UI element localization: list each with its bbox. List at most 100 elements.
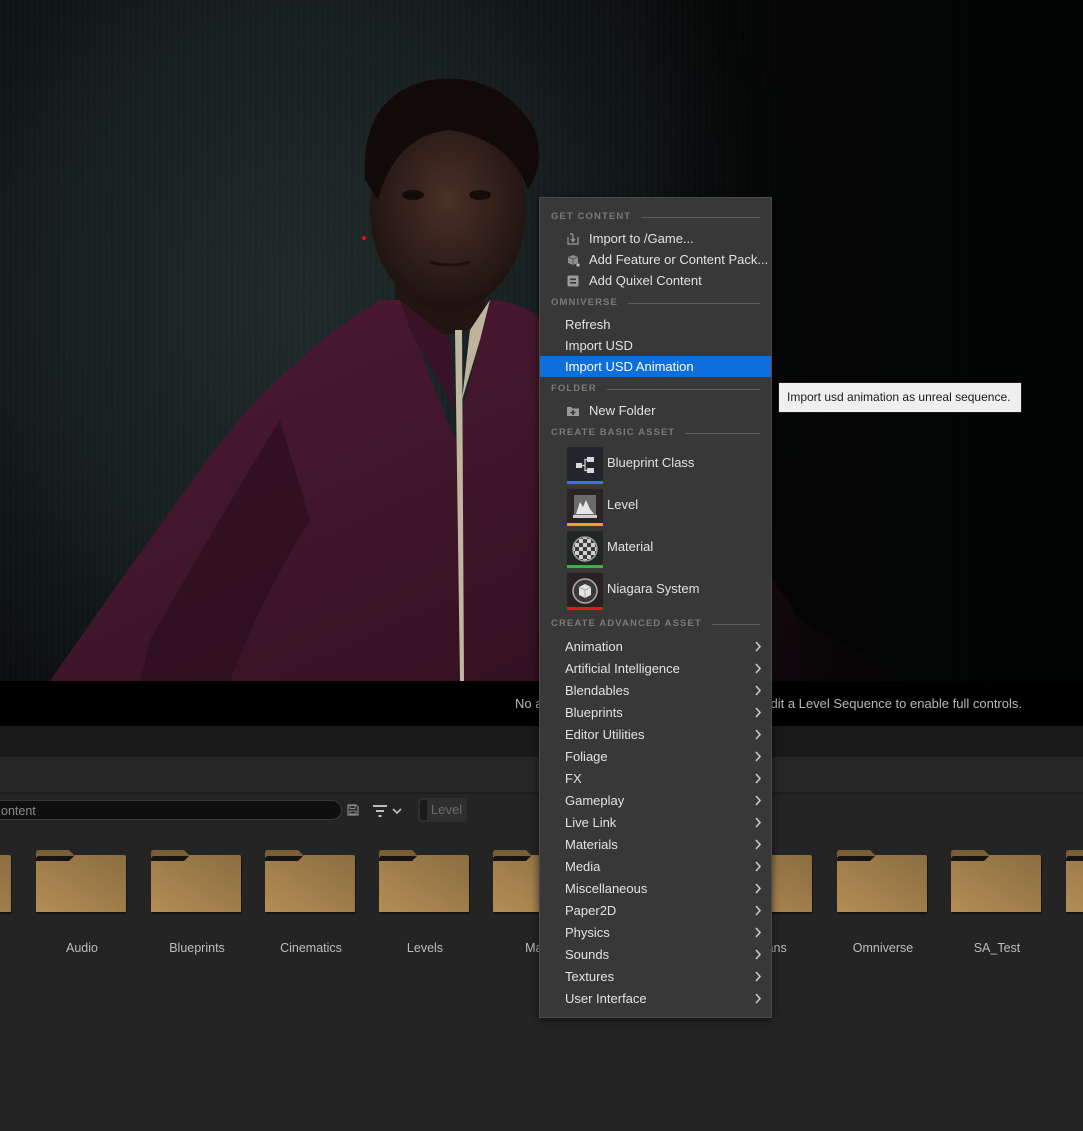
- section-divider: [641, 216, 760, 218]
- section-divider: [627, 302, 760, 304]
- section-title: CREATE BASIC ASSET: [551, 427, 676, 438]
- menu-item-sounds[interactable]: Sounds: [540, 944, 771, 965]
- submenu-chevron-right-icon: [755, 861, 762, 872]
- section-header-create-basic-asset: CREATE BASIC ASSET: [551, 426, 760, 440]
- level-filter-chip[interactable]: Level: [418, 798, 467, 822]
- new-folder-icon: [567, 407, 579, 416]
- menu-item-import-usd-animation[interactable]: Import USD Animation: [540, 356, 771, 377]
- folder-icon: [951, 850, 1042, 914]
- menu-item-label: Import USD: [565, 338, 633, 353]
- folder-tile[interactable]: [1065, 845, 1083, 965]
- submenu-chevron-right-icon: [755, 839, 762, 850]
- section-divider: [685, 432, 760, 434]
- menu-item-miscellaneous[interactable]: Miscellaneous: [540, 878, 771, 899]
- menu-item-artificial-intelligence[interactable]: Artificial Intelligence: [540, 658, 771, 679]
- menu-item-label: Material: [607, 539, 654, 554]
- menu-item-blueprint-class[interactable]: Blueprint Class: [540, 447, 771, 485]
- submenu-chevron-right-icon: [755, 641, 762, 652]
- submenu-chevron-right-icon: [755, 927, 762, 938]
- niagara-system-thumbnail: [567, 573, 603, 609]
- menu-item-label: Paper2D: [565, 903, 617, 918]
- menu-item-label: Refresh: [565, 317, 611, 332]
- menu-item-label: Miscellaneous: [565, 881, 648, 896]
- import-icon: [567, 233, 579, 245]
- blueprint-class-icon: [576, 457, 594, 473]
- blueprint-class-thumbnail: [567, 447, 603, 483]
- submenu-chevron-right-icon: [755, 905, 762, 916]
- menu-item-niagara-system[interactable]: Niagara System: [540, 573, 771, 611]
- folder-icon: [1066, 850, 1083, 914]
- menu-item-fx[interactable]: FX: [540, 768, 771, 789]
- section-divider: [606, 388, 760, 390]
- folder-tile[interactable]: Omniverse: [836, 845, 930, 965]
- menu-item-physics[interactable]: Physics: [540, 922, 771, 943]
- content-browser-context-menu: GET CONTENT Import to /Game... Add Featu…: [539, 197, 772, 1018]
- section-title: FOLDER: [551, 383, 597, 394]
- menu-item-label: Blueprints: [565, 705, 623, 720]
- folder-icon: [837, 850, 928, 914]
- menu-item-gameplay[interactable]: Gameplay: [540, 790, 771, 811]
- menu-item-level[interactable]: Level: [540, 489, 771, 527]
- menu-item-import-usd[interactable]: Import USD: [540, 335, 771, 356]
- save-search-icon[interactable]: [347, 804, 359, 816]
- folder-tile[interactable]: Cinematics: [264, 845, 358, 965]
- menu-item-label: Blendables: [565, 683, 630, 698]
- menu-item-new-folder[interactable]: New Folder: [540, 400, 771, 421]
- search-input-value: ontent: [1, 804, 36, 818]
- filter-icon[interactable]: [371, 803, 405, 819]
- level-icon: [573, 495, 597, 518]
- submenu-chevron-right-icon: [755, 663, 762, 674]
- menu-item-user-interface[interactable]: User Interface: [540, 988, 771, 1009]
- menu-item-add-feature-pack[interactable]: Add Feature or Content Pack...: [540, 249, 771, 270]
- folder-name: SA_Test: [973, 941, 1021, 955]
- filter-chip-toggle[interactable]: [420, 800, 427, 820]
- folder-icon: [265, 850, 356, 914]
- menu-item-label: Editor Utilities: [565, 727, 645, 742]
- feature-pack-icon: [567, 255, 580, 267]
- menu-item-label: Textures: [565, 969, 615, 984]
- submenu-chevron-right-icon: [755, 993, 762, 1004]
- folder-tile[interactable]: [0, 845, 14, 965]
- section-title: CREATE ADVANCED ASSET: [551, 618, 702, 629]
- menu-item-label: New Folder: [589, 403, 656, 418]
- menu-item-label: Media: [565, 859, 601, 874]
- menu-item-textures[interactable]: Textures: [540, 966, 771, 987]
- folder-tile[interactable]: Blueprints: [150, 845, 244, 965]
- menu-item-paper2d[interactable]: Paper2D: [540, 900, 771, 921]
- menu-item-media[interactable]: Media: [540, 856, 771, 877]
- menu-item-label: FX: [565, 771, 582, 786]
- submenu-chevron-right-icon: [755, 971, 762, 982]
- folder-tile[interactable]: SA_Test: [950, 845, 1044, 965]
- folder-tile[interactable]: Audio: [35, 845, 129, 965]
- menu-item-label: User Interface: [565, 991, 647, 1006]
- submenu-chevron-right-icon: [755, 773, 762, 784]
- asset-color-bar: [567, 565, 603, 568]
- menu-item-material[interactable]: Material: [540, 531, 771, 569]
- menu-item-add-quixel[interactable]: Add Quixel Content: [540, 270, 771, 291]
- submenu-chevron-right-icon: [755, 817, 762, 828]
- section-title: GET CONTENT: [551, 211, 632, 222]
- menu-item-import-to-game[interactable]: Import to /Game...: [540, 228, 771, 249]
- menu-item-editor-utilities[interactable]: Editor Utilities: [540, 724, 771, 745]
- section-title: OMNIVERSE: [551, 297, 618, 308]
- menu-item-materials[interactable]: Materials: [540, 834, 771, 855]
- submenu-chevron-right-icon: [755, 685, 762, 696]
- menu-item-blueprints[interactable]: Blueprints: [540, 702, 771, 723]
- level-thumbnail: [567, 489, 603, 525]
- menu-item-blendables[interactable]: Blendables: [540, 680, 771, 701]
- menu-item-label: Gameplay: [565, 793, 625, 808]
- menu-item-label: Import USD Animation: [565, 359, 694, 374]
- asset-color-bar: [567, 481, 603, 484]
- folder-icon: [36, 850, 127, 914]
- folder-tile[interactable]: Levels: [378, 845, 472, 965]
- material-thumbnail: [567, 531, 603, 567]
- menu-item-live-link[interactable]: Live Link: [540, 812, 771, 833]
- menu-item-animation[interactable]: Animation: [540, 636, 771, 657]
- section-header-omniverse: OMNIVERSE: [551, 296, 760, 310]
- section-divider: [711, 623, 760, 625]
- submenu-chevron-right-icon: [755, 729, 762, 740]
- menu-item-refresh[interactable]: Refresh: [540, 314, 771, 335]
- search-input[interactable]: ontent: [0, 800, 342, 820]
- menu-item-foliage[interactable]: Foliage: [540, 746, 771, 767]
- sequencer-message-right: edit a Level Sequence to enable full con…: [763, 696, 1022, 711]
